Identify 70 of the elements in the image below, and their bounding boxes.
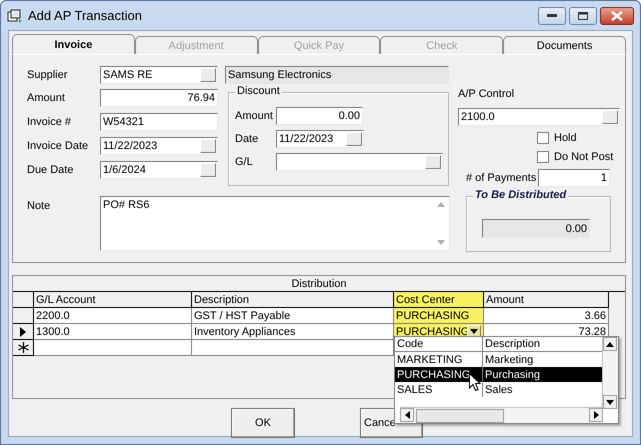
column-header[interactable]: Description bbox=[192, 292, 394, 308]
field-label: Supplier bbox=[27, 69, 68, 81]
arrow-up-icon bbox=[437, 202, 445, 207]
checkbox[interactable] bbox=[537, 150, 549, 162]
arrow-up-icon bbox=[606, 342, 614, 346]
field-label: Note bbox=[27, 199, 52, 214]
table-cell: PURCHASING bbox=[394, 308, 484, 324]
column-header[interactable]: G/L Account bbox=[34, 292, 192, 308]
field-label: Date bbox=[235, 133, 260, 145]
grid-title: Distribution bbox=[291, 278, 347, 290]
table-cell: GST / HST Payable bbox=[192, 308, 394, 324]
checkbox-label: Do Not Post bbox=[554, 150, 614, 162]
field-label: A/P Control bbox=[458, 88, 516, 102]
input-field[interactable]: 1 bbox=[538, 169, 610, 187]
field-label: G/L bbox=[235, 156, 254, 168]
group-title: To Be Distributed bbox=[473, 189, 568, 201]
new-row-icon bbox=[18, 342, 28, 353]
supplier-name-field: Samsung Electronics bbox=[225, 66, 449, 84]
list-item[interactable]: PURCHASING bbox=[395, 367, 483, 382]
ok-button[interactable]: OK bbox=[231, 408, 295, 438]
dropdown-list[interactable]: Code Description MARKETING Marketing PURCHASING Purchasing SALES Sales bbox=[394, 336, 619, 424]
close-icon bbox=[611, 10, 623, 20]
minimize-button[interactable] bbox=[538, 6, 566, 24]
vertical-scrollbar[interactable] bbox=[602, 337, 618, 409]
close-button[interactable] bbox=[600, 6, 634, 24]
checkbox-label: Hold bbox=[554, 132, 577, 144]
input-field[interactable]: W54321 bbox=[100, 113, 218, 131]
field-label: Due Date bbox=[27, 164, 74, 176]
input-field[interactable]: 0.00 bbox=[276, 107, 363, 125]
tab[interactable]: Documents bbox=[503, 36, 626, 54]
combo-field[interactable]: 1/6/2024 bbox=[100, 161, 218, 179]
combo-field[interactable]: 2100.0 bbox=[458, 108, 620, 126]
table-cell: 2200.0 bbox=[34, 308, 192, 324]
row-header[interactable] bbox=[13, 308, 34, 324]
table-cell: Inventory Appliances bbox=[192, 324, 394, 340]
arrow-left-icon bbox=[404, 411, 410, 419]
field-label: Amount bbox=[27, 92, 66, 104]
group-title: Discount bbox=[235, 85, 282, 97]
field-label: Invoice # bbox=[27, 116, 72, 128]
maximize-icon bbox=[578, 12, 588, 20]
table-cell: 1300.0 bbox=[34, 324, 192, 340]
row-header[interactable] bbox=[13, 340, 34, 356]
field-label: # of Payments bbox=[466, 172, 538, 184]
maximize-button[interactable] bbox=[569, 6, 597, 24]
field-label: Amount bbox=[235, 110, 274, 122]
column-header[interactable]: Amount bbox=[484, 292, 609, 308]
column-header: Code bbox=[395, 337, 483, 352]
combo-field[interactable]: 11/22/2023 bbox=[276, 130, 364, 148]
combo-field[interactable]: SAMS RE bbox=[100, 66, 218, 84]
arrow-down-icon bbox=[606, 400, 614, 404]
table-cell: 3.66 bbox=[484, 308, 609, 324]
field-label: Invoice Date bbox=[27, 140, 90, 152]
checkbox[interactable] bbox=[537, 132, 549, 144]
minimize-icon bbox=[547, 14, 557, 18]
row-header[interactable] bbox=[13, 324, 34, 340]
window-title: Add AP Transaction bbox=[28, 8, 143, 23]
tab[interactable]: Invoice bbox=[12, 34, 135, 54]
arrow-down-icon bbox=[437, 240, 445, 245]
arrow-down-icon bbox=[470, 329, 478, 334]
horizontal-scrollbar[interactable] bbox=[400, 407, 603, 423]
list-item[interactable]: Purchasing bbox=[483, 367, 604, 382]
arrow-right-icon bbox=[594, 411, 598, 419]
combo-field[interactable]: 11/22/2023 bbox=[100, 137, 218, 155]
app-icon bbox=[7, 8, 23, 22]
mouse-pointer-icon bbox=[469, 373, 481, 392]
combo-field[interactable] bbox=[276, 153, 443, 171]
total-field: 0.00 bbox=[482, 219, 590, 238]
column-header[interactable]: Cost Center bbox=[394, 292, 484, 308]
input-field[interactable]: 76.94 bbox=[100, 89, 218, 107]
note-field[interactable]: PO# RS6 bbox=[100, 196, 450, 251]
